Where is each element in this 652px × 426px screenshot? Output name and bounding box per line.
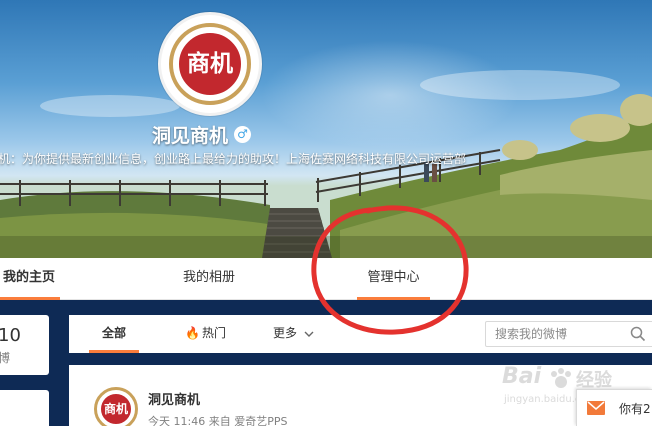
message-popup[interactable]: 你有2: [576, 389, 652, 426]
weibo-count-card[interactable]: 10 博: [0, 315, 49, 375]
post-avatar[interactable]: 商机: [92, 385, 140, 426]
search-input[interactable]: [486, 322, 626, 346]
profile-tab-bar: 我的主页 我的相册 管理中心: [0, 258, 652, 300]
post-author[interactable]: 洞见商机: [148, 389, 200, 408]
weibo-count-label: 博: [0, 351, 11, 365]
mail-icon: [587, 401, 605, 415]
search-icon[interactable]: [630, 326, 646, 342]
avatar-logo-text: 商机: [176, 30, 244, 98]
profile-cover: 商机 洞见商机 ♂ 机：为你提供最新创业信息，创业路上最给力的助攻！上海佐赛网络…: [0, 0, 652, 258]
weibo-post: 商机 洞见商机 今天 11:46 来自 爱奇艺PPS: [69, 365, 652, 426]
profile-avatar[interactable]: 商机: [158, 12, 262, 116]
chevron-down-icon: [304, 331, 314, 337]
side-card: [0, 390, 49, 426]
feed-tab-more-label: 更多: [273, 326, 298, 340]
profile-nickname: 洞见商机: [152, 124, 229, 147]
feed-tab-all[interactable]: 全部: [89, 315, 139, 353]
feed-tab-hot[interactable]: 🔥 热门: [185, 315, 226, 353]
tab-my-album[interactable]: 我的相册: [172, 258, 246, 300]
post-avatar-logo-text: 商机: [99, 392, 133, 426]
message-popup-text: 你有2: [619, 402, 651, 416]
tab-my-home[interactable]: 我的主页: [0, 258, 60, 300]
profile-intro: 机：为你提供最新创业信息，创业路上最给力的助攻！上海佐赛网络科技有限公司运营部: [0, 152, 467, 166]
feed-tab-hot-label: 热门: [201, 326, 226, 340]
nickname-row: 洞见商机 ♂: [152, 121, 252, 147]
cover-landscape: [0, 94, 652, 258]
tab-management-center[interactable]: 管理中心: [357, 258, 430, 300]
fire-icon: 🔥: [185, 326, 200, 340]
feed-filter-bar: 全部 🔥 热门 更多: [69, 315, 652, 353]
weibo-count: 10: [0, 325, 21, 346]
search-my-weibo[interactable]: [485, 321, 652, 347]
post-meta: 今天 11:46 来自 爱奇艺PPS: [148, 415, 288, 426]
male-icon: ♂: [234, 125, 252, 143]
feed-tab-more[interactable]: 更多: [273, 315, 314, 353]
